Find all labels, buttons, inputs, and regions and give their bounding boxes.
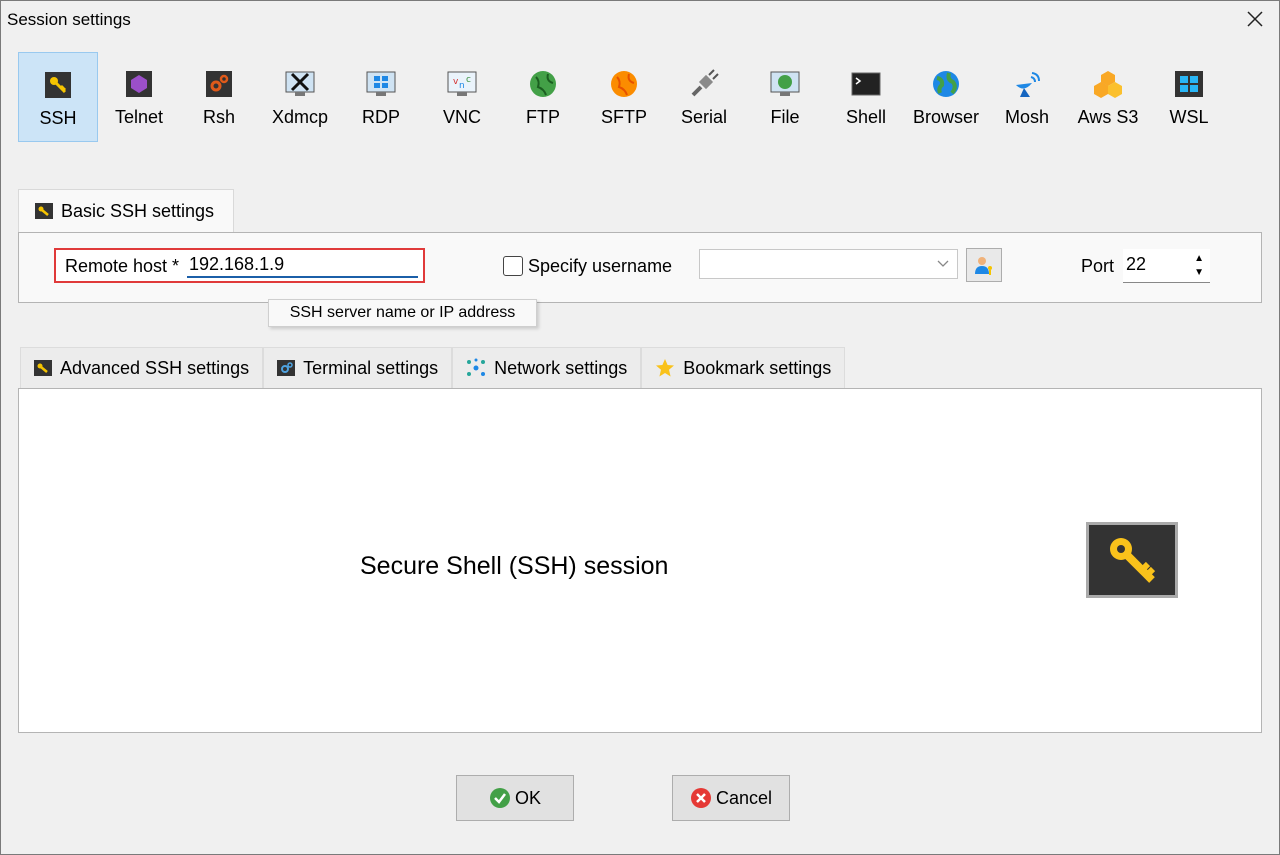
remote-host-input[interactable]: [187, 252, 418, 278]
user-manager-button[interactable]: [966, 248, 1002, 282]
session-description: Secure Shell (SSH) session: [360, 552, 669, 580]
browser-globe-icon: [931, 69, 961, 99]
wsl-windows-icon: [1174, 69, 1204, 99]
serial-plug-icon: [689, 69, 719, 99]
session-type-ftp[interactable]: FTP: [503, 52, 583, 142]
session-type-file[interactable]: File: [745, 52, 825, 142]
file-monitor-icon: [770, 69, 800, 99]
session-type-label: Serial: [680, 107, 728, 127]
wrench-key-icon: [35, 202, 53, 220]
session-type-label: SSH: [39, 108, 77, 128]
session-type-label: Aws S3: [1077, 107, 1139, 127]
spin-down-icon[interactable]: ▼: [1194, 267, 1204, 278]
ok-button[interactable]: OK: [456, 775, 574, 821]
wrench-key-icon: [34, 359, 52, 377]
remote-host-group: Remote host *: [54, 248, 425, 283]
key-icon: [43, 70, 73, 100]
svg-text:c: c: [466, 75, 471, 85]
port-spinner[interactable]: 22 ▲ ▼: [1123, 249, 1210, 283]
session-type-label: SFTP: [600, 107, 647, 127]
network-icon: [466, 358, 486, 378]
spin-up-icon[interactable]: ▲: [1194, 253, 1204, 264]
ssh-key-icon: [1086, 522, 1178, 598]
session-type-sftp[interactable]: SFTP: [584, 52, 664, 142]
session-type-label: Mosh: [1004, 107, 1049, 127]
basic-settings-panel: Remote host * Specify username Port 22 ▲…: [18, 232, 1262, 303]
session-type-label: Telnet: [114, 107, 164, 127]
xdmcp-icon: [285, 69, 315, 99]
tab-basic-ssh-settings[interactable]: Basic SSH settings: [18, 189, 234, 232]
session-type-vnc[interactable]: vnc VNC: [422, 52, 502, 142]
cancel-button[interactable]: Cancel: [672, 775, 790, 821]
session-type-label: Rsh: [202, 107, 235, 127]
tab-bookmark-settings[interactable]: Bookmark settings: [641, 347, 846, 388]
session-type-label: WSL: [1169, 107, 1209, 127]
session-type-shell[interactable]: Shell: [826, 52, 906, 142]
port-label: Port: [1081, 256, 1115, 276]
vnc-icon: vnc: [447, 69, 477, 99]
session-type-serial[interactable]: Serial: [664, 52, 744, 142]
star-icon: [655, 358, 675, 378]
tab-label: Terminal settings: [303, 357, 439, 378]
tab-label: Network settings: [494, 357, 628, 378]
session-type-rdp[interactable]: RDP: [341, 52, 421, 142]
specify-username-label[interactable]: Specify username: [528, 256, 672, 277]
close-icon: [1247, 11, 1263, 27]
tab-network-settings[interactable]: Network settings: [452, 347, 642, 388]
tab-basic-label: Basic SSH settings: [61, 200, 215, 221]
session-type-label: FTP: [526, 107, 560, 127]
port-value[interactable]: 22: [1126, 254, 1146, 275]
session-description-panel: Secure Shell (SSH) session: [18, 388, 1262, 733]
rsh-icon: [204, 69, 234, 99]
settings-tab-bar: Advanced SSH settings Terminal settings …: [20, 347, 846, 388]
mosh-satellite-icon: [1012, 69, 1042, 99]
session-type-label: File: [770, 107, 800, 127]
telnet-icon: [124, 69, 154, 99]
aws-s3-icon: [1093, 69, 1123, 99]
check-circle-icon: [489, 787, 511, 809]
session-type-label: RDP: [361, 107, 400, 127]
session-type-ssh[interactable]: SSH: [18, 52, 98, 142]
remote-host-label: Remote host *: [65, 256, 180, 276]
terminal-gear-icon: [277, 359, 296, 377]
window-title: Session settings: [7, 10, 131, 29]
tab-label: Advanced SSH settings: [60, 357, 250, 378]
cancel-circle-icon: [690, 787, 712, 809]
remote-host-tooltip: SSH server name or IP address: [268, 299, 537, 327]
session-type-label: Browser: [912, 107, 979, 127]
title-bar: Session settings: [1, 1, 1279, 37]
ok-label: OK: [514, 787, 541, 808]
session-type-label: VNC: [442, 107, 481, 127]
shell-terminal-icon: [851, 69, 881, 99]
tab-advanced-ssh-settings[interactable]: Advanced SSH settings: [20, 347, 264, 388]
svg-text:n: n: [459, 81, 465, 91]
rdp-icon: [366, 69, 396, 99]
sftp-globe-icon: [609, 69, 639, 99]
session-type-label: Shell: [845, 107, 887, 127]
specify-username-checkbox[interactable]: [503, 256, 523, 276]
session-type-label: Xdmcp: [271, 107, 329, 127]
close-button[interactable]: [1241, 5, 1269, 33]
user-key-icon: [975, 257, 992, 275]
session-type-toolbar: SSH Telnet Rsh Xdmcp RDP v n c VNC FTP S…: [18, 52, 1238, 142]
tab-terminal-settings[interactable]: Terminal settings: [263, 347, 453, 388]
tab-label: Bookmark settings: [683, 357, 832, 378]
session-type-mosh[interactable]: Mosh: [987, 52, 1067, 142]
ftp-globe-icon: [528, 69, 558, 99]
session-type-telnet[interactable]: Telnet: [99, 52, 179, 142]
username-select[interactable]: [699, 249, 958, 279]
session-type-browser[interactable]: Browser: [906, 52, 986, 142]
session-settings-window: Session settings SSH Telnet Rsh Xdmcp RD…: [0, 0, 1280, 855]
session-type-wsl[interactable]: WSL: [1149, 52, 1229, 142]
chevron-down-icon: [937, 260, 949, 267]
session-type-aws-s3[interactable]: Aws S3: [1068, 52, 1148, 142]
cancel-label: Cancel: [715, 787, 773, 808]
session-type-rsh[interactable]: Rsh: [179, 52, 259, 142]
session-type-xdmcp[interactable]: Xdmcp: [260, 52, 340, 142]
